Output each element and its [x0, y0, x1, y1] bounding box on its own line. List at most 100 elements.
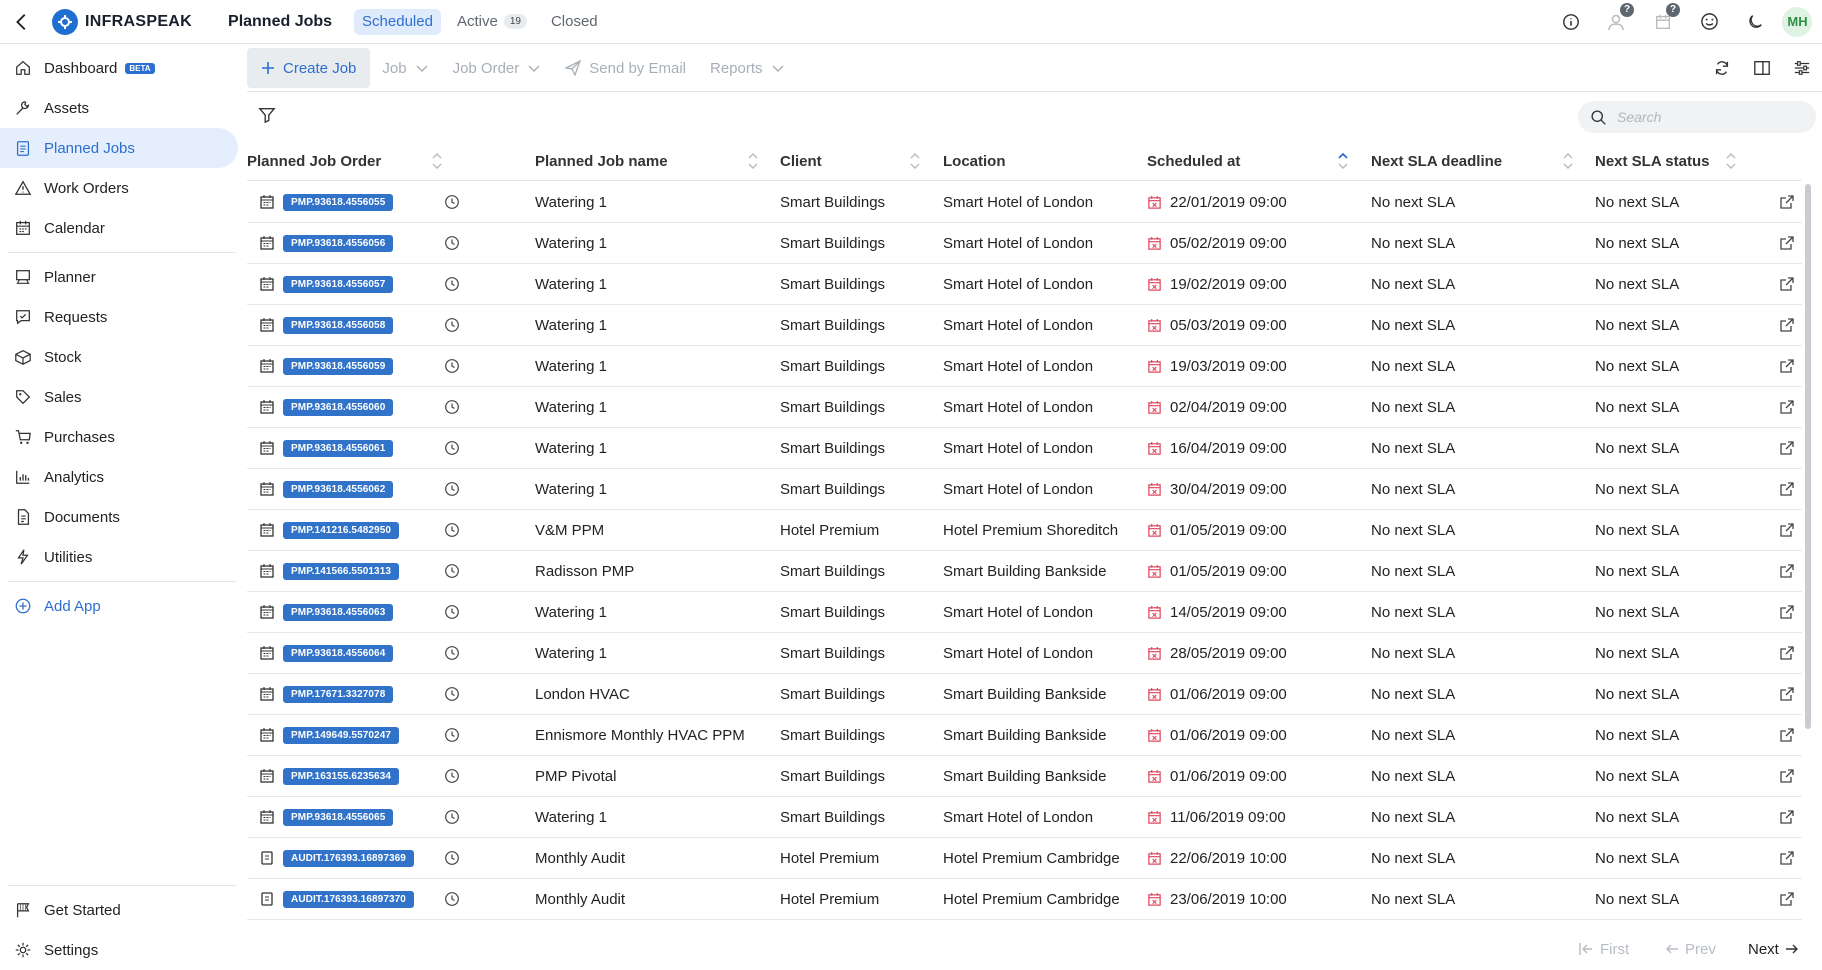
sidebar-item-documents[interactable]: Documents — [0, 497, 238, 537]
job-order-tag[interactable]: PMP.93618.4556059 — [283, 357, 394, 375]
sidebar-item-analytics[interactable]: Analytics — [0, 457, 238, 497]
clock-icon[interactable] — [444, 715, 460, 755]
column-settings-button[interactable] — [1782, 48, 1822, 88]
job-order-tag[interactable]: PMP.141216.5482950 — [283, 521, 400, 539]
sidebar-item-sales[interactable]: Sales — [0, 377, 238, 417]
table-row[interactable]: PMP.93618.4556061 Watering 1 Smart Buildin… — [247, 428, 1802, 469]
column-header-sla-status[interactable]: Next SLA status — [1595, 141, 1709, 181]
open-external-icon[interactable] — [1779, 264, 1795, 304]
tab-closed[interactable]: Closed — [543, 9, 606, 35]
prev-page-button[interactable]: Prev — [1665, 935, 1716, 963]
reports-menu-button[interactable]: Reports — [698, 48, 797, 88]
sidebar-item-planner[interactable]: Planner — [0, 257, 238, 297]
dark-mode-toggle[interactable] — [1732, 0, 1778, 44]
column-header-order[interactable]: Planned Job Order — [247, 141, 381, 181]
table-row[interactable]: PMP.93618.4556064 Watering 1 Smart Buildin… — [247, 633, 1802, 674]
table-row[interactable]: PMP.141216.5482950 V&M PPM Hotel Premium Ho… — [247, 510, 1802, 551]
column-header-location[interactable]: Location — [943, 141, 1006, 181]
clock-icon[interactable] — [444, 469, 460, 509]
clock-icon[interactable] — [444, 510, 460, 550]
table-row[interactable]: PMP.93618.4556065 Watering 1 Smart Buildin… — [247, 797, 1802, 838]
job-order-tag[interactable]: PMP.93618.4556061 — [283, 439, 394, 457]
sidebar-item-planned-jobs[interactable]: Planned Jobs — [0, 128, 238, 168]
scrollbar[interactable] — [1805, 184, 1811, 729]
split-view-button[interactable] — [1742, 48, 1782, 88]
open-external-icon[interactable] — [1779, 551, 1795, 591]
open-external-icon[interactable] — [1779, 756, 1795, 796]
sort-icon[interactable] — [1562, 150, 1574, 172]
sort-icon[interactable] — [1725, 150, 1737, 172]
open-external-icon[interactable] — [1779, 428, 1795, 468]
open-external-icon[interactable] — [1779, 510, 1795, 550]
avatar[interactable]: MH — [1782, 6, 1812, 37]
tab-scheduled[interactable]: Scheduled — [354, 8, 441, 35]
clock-icon[interactable] — [444, 305, 460, 345]
sort-icon[interactable] — [747, 150, 759, 172]
sidebar-item-stock[interactable]: Stock — [0, 337, 238, 377]
open-external-icon[interactable] — [1779, 346, 1795, 386]
clock-icon[interactable] — [444, 346, 460, 386]
table-row[interactable]: PMP.93618.4556056 Watering 1 Smart Buildin… — [247, 223, 1802, 264]
table-row[interactable]: PMP.93618.4556058 Watering 1 Smart Buildin… — [247, 305, 1802, 346]
open-external-icon[interactable] — [1779, 469, 1795, 509]
clock-icon[interactable] — [444, 838, 460, 878]
tab-active[interactable]: Active 19 — [449, 9, 535, 35]
job-order-tag[interactable]: PMP.93618.4556056 — [283, 234, 394, 252]
clock-icon[interactable] — [444, 264, 460, 304]
job-order-tag[interactable]: AUDIT.176393.16897369 — [283, 849, 414, 867]
job-order-tag[interactable]: PMP.149649.5570247 — [283, 726, 400, 744]
user-requests-button[interactable]: ? — [1594, 0, 1640, 44]
table-row[interactable]: PMP.93618.4556057 Watering 1 Smart Buildin… — [247, 264, 1802, 305]
table-row[interactable]: PMP.93618.4556055 Watering 1 Smart Buildin… — [247, 182, 1802, 223]
open-external-icon[interactable] — [1779, 797, 1795, 837]
table-row[interactable]: PMP.93618.4556063 Watering 1 Smart Buildin… — [247, 592, 1802, 633]
sidebar-item-assets[interactable]: Assets — [0, 88, 238, 128]
clock-icon[interactable] — [444, 633, 460, 673]
clock-icon[interactable] — [444, 797, 460, 837]
job-order-tag[interactable]: PMP.141566.5501313 — [283, 562, 400, 580]
job-order-tag[interactable]: PMP.93618.4556062 — [283, 480, 394, 498]
sidebar-item-requests[interactable]: Requests — [0, 297, 238, 337]
create-job-button[interactable]: Create Job — [247, 48, 371, 88]
brand[interactable]: INFRASPEAK — [52, 8, 192, 35]
table-row[interactable]: AUDIT.176393.16897369 Monthly Audit Hotel … — [247, 838, 1802, 879]
open-external-icon[interactable] — [1779, 674, 1795, 714]
calendar-requests-button[interactable]: ? — [1640, 0, 1686, 44]
table-row[interactable]: AUDIT.176393.16897370 Monthly Audit Hotel … — [247, 879, 1802, 920]
back-button[interactable] — [0, 0, 44, 44]
table-row[interactable]: PMP.149649.5570247 Ennismore Monthly HVAC… — [247, 715, 1802, 756]
sidebar-item-get-started[interactable]: Get Started — [0, 890, 238, 930]
column-header-client[interactable]: Client — [780, 141, 822, 181]
table-row[interactable]: PMP.17671.3327078 London HVAC Smart Buildi… — [247, 674, 1802, 715]
open-external-icon[interactable] — [1779, 633, 1795, 673]
open-external-icon[interactable] — [1779, 715, 1795, 755]
open-external-icon[interactable] — [1779, 305, 1795, 345]
open-external-icon[interactable] — [1779, 592, 1795, 632]
info-button[interactable] — [1548, 0, 1594, 44]
clock-icon[interactable] — [444, 428, 460, 468]
filter-button[interactable] — [258, 106, 276, 124]
job-order-tag[interactable]: PMP.93618.4556058 — [283, 316, 394, 334]
column-header-scheduled[interactable]: Scheduled at — [1147, 141, 1240, 181]
table-row[interactable]: PMP.163155.6235634 PMP Pivotal Smart Build… — [247, 756, 1802, 797]
first-page-button[interactable]: First — [1578, 935, 1629, 963]
open-external-icon[interactable] — [1779, 182, 1795, 222]
next-page-button[interactable]: Next — [1748, 935, 1799, 963]
clock-icon[interactable] — [444, 182, 460, 222]
feedback-button[interactable] — [1686, 0, 1732, 44]
table-row[interactable]: PMP.93618.4556059 Watering 1 Smart Buildin… — [247, 346, 1802, 387]
job-order-menu-button[interactable]: Job Order — [441, 48, 554, 88]
job-order-tag[interactable]: PMP.93618.4556065 — [283, 808, 394, 826]
job-order-tag[interactable]: PMP.93618.4556055 — [283, 193, 394, 211]
sidebar-item-dashboard[interactable]: Dashboard BETA — [0, 48, 238, 88]
job-order-tag[interactable]: PMP.93618.4556060 — [283, 398, 394, 416]
job-order-tag[interactable]: PMP.93618.4556057 — [283, 275, 394, 293]
sidebar-item-calendar[interactable]: Calendar — [0, 208, 238, 248]
table-row[interactable]: PMP.93618.4556062 Watering 1 Smart Buildin… — [247, 469, 1802, 510]
table-row[interactable]: PMP.93618.4556060 Watering 1 Smart Buildin… — [247, 387, 1802, 428]
sort-icon[interactable] — [431, 150, 443, 172]
table-row[interactable]: PMP.141566.5501313 Radisson PMP Smart Buil… — [247, 551, 1802, 592]
refresh-button[interactable] — [1702, 48, 1742, 88]
sort-icon[interactable] — [909, 150, 921, 172]
sidebar-item-work-orders[interactable]: Work Orders — [0, 168, 238, 208]
